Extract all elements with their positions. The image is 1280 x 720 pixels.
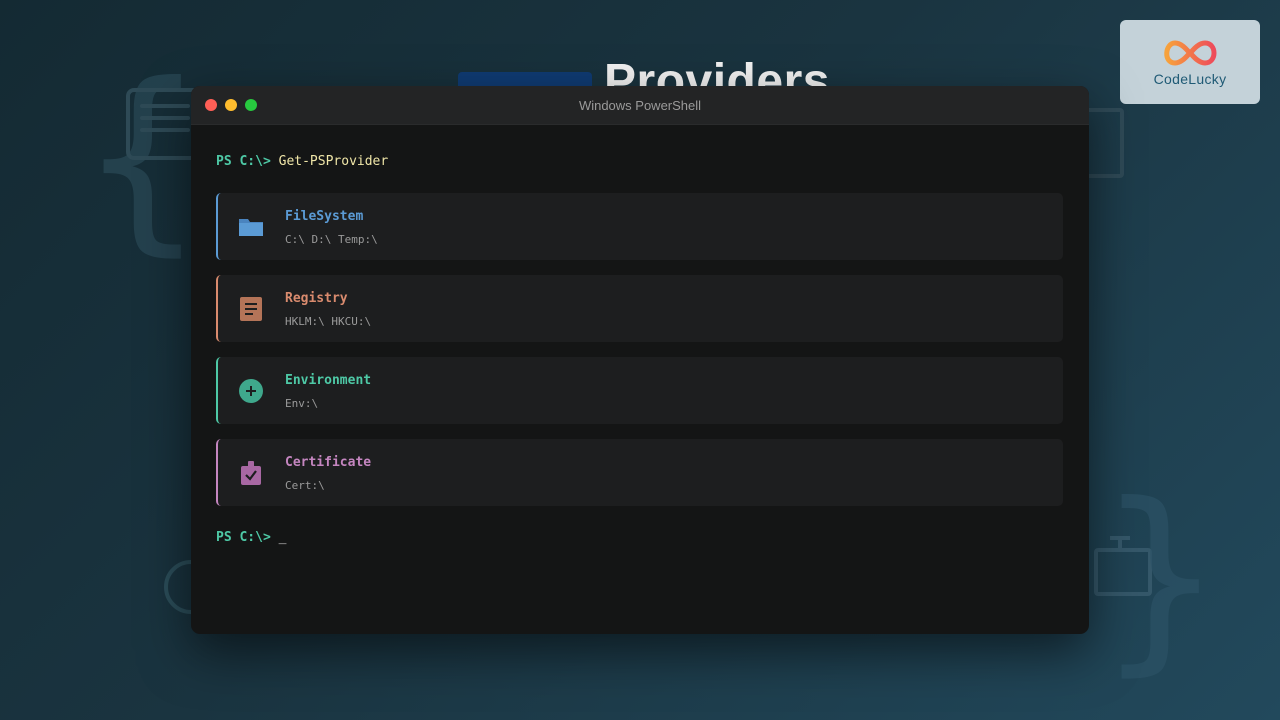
provider-card-certificate: Certificate Cert:\ xyxy=(216,439,1063,506)
provider-drives: Env:\ xyxy=(285,397,319,410)
logo-text: CodeLucky xyxy=(1153,71,1227,87)
window-title: Windows PowerShell xyxy=(578,98,702,113)
powershell-window: Windows PowerShell PS C:\> Get-PSProvide… xyxy=(191,86,1089,634)
command-line: PS C:\> Get-PSProvider xyxy=(216,154,388,169)
provider-drives: Cert:\ xyxy=(285,479,325,492)
briefcase-decoration-icon xyxy=(1094,536,1152,596)
brace-decoration-left: { xyxy=(82,41,203,274)
add-circle-icon xyxy=(239,379,263,403)
provider-drives: C:\ D:\ Temp:\ xyxy=(285,233,378,246)
brace-decoration-right: } xyxy=(1100,461,1221,694)
provider-name: Environment xyxy=(285,373,372,388)
provider-card-registry: Registry HKLM:\ HKCU:\ xyxy=(216,275,1063,342)
registry-document-icon xyxy=(240,297,262,321)
provider-name: FileSystem xyxy=(285,209,364,224)
input-line[interactable]: PS C:\> _ xyxy=(216,530,286,545)
provider-card-filesystem: FileSystem C:\ D:\ Temp:\ xyxy=(216,193,1063,260)
folder-icon xyxy=(239,219,263,236)
text-cursor: _ xyxy=(278,530,287,545)
command-text: Get-PSProvider xyxy=(278,154,389,169)
certificate-badge-icon xyxy=(241,461,261,485)
infinity-logo-icon xyxy=(1164,40,1217,66)
provider-name: Registry xyxy=(285,291,348,306)
prompt: PS C:\> xyxy=(216,154,271,169)
codelucky-logo: CodeLucky xyxy=(1120,20,1260,104)
provider-name: Certificate xyxy=(285,455,372,470)
provider-drives: HKLM:\ HKCU:\ xyxy=(285,315,372,328)
window-titlebar[interactable]: Windows PowerShell xyxy=(191,86,1089,125)
provider-card-environment: Environment Env:\ xyxy=(216,357,1063,424)
prompt: PS C:\> xyxy=(216,530,271,545)
